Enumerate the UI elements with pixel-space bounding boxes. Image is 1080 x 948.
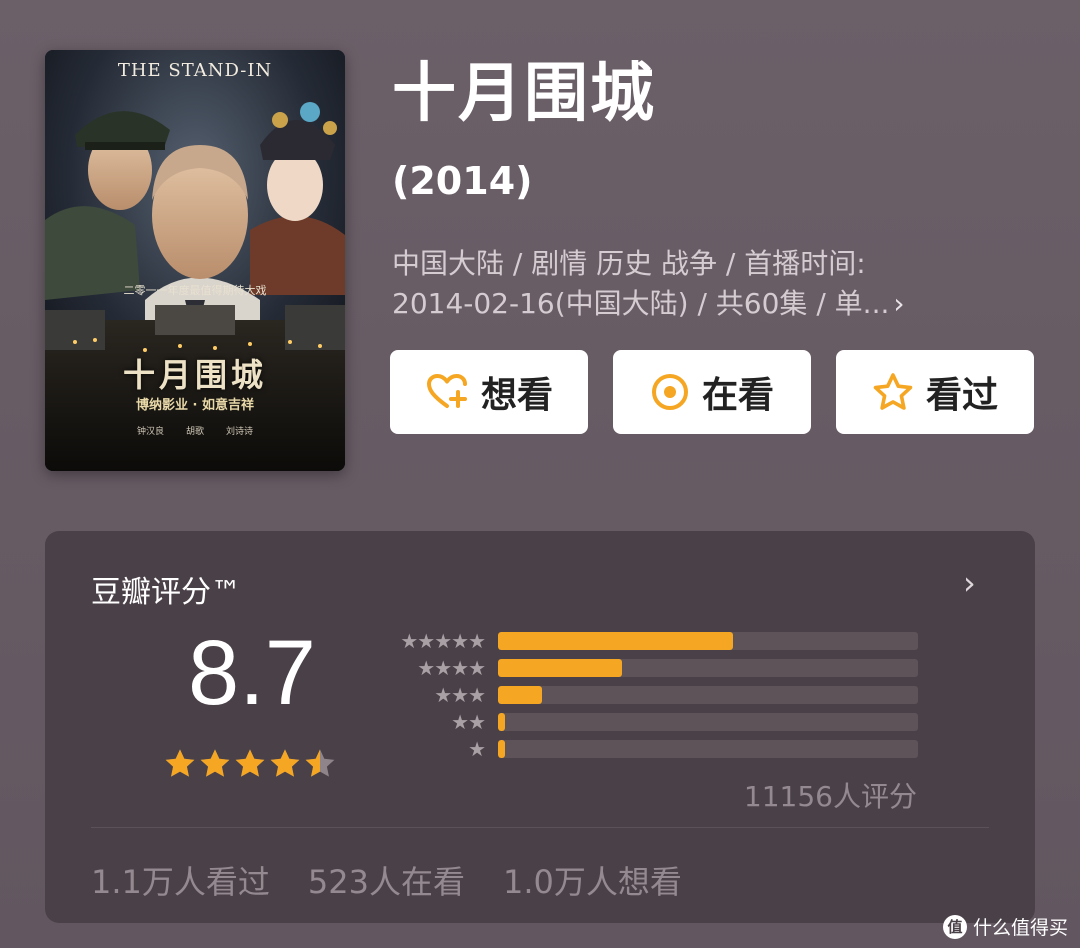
poster-credit: 刘诗诗: [226, 427, 254, 437]
want-count[interactable]: 1.0万人想看: [503, 857, 682, 903]
distribution-stars: ★★★★: [417, 656, 486, 680]
rating-score: 8.7: [188, 622, 316, 724]
watching-label: 在看: [701, 375, 774, 416]
stats-row: 1.1万人看过 523人在看 1.0万人想看: [91, 857, 682, 903]
meta-line-2: 2014-02-16(中国大陆) / 共60集 / 单... ›: [392, 284, 1002, 324]
distribution-track: [498, 713, 918, 731]
divider: [91, 827, 989, 828]
rating-star-icon: [305, 749, 335, 777]
poster-credit: 胡歌: [185, 427, 204, 437]
meta-line-2-text: 2014-02-16(中国大陆) / 共60集 / 单...: [392, 287, 890, 320]
watched-count[interactable]: 1.1万人看过: [91, 857, 270, 903]
rating-star-icon: [235, 749, 265, 777]
rating-label: 豆瓣评分™: [91, 575, 241, 610]
distribution-track: [498, 686, 918, 704]
rating-star-icon: [165, 749, 195, 777]
distribution-stars: ★★★: [434, 683, 486, 707]
rating-star-icon: [200, 749, 230, 777]
poster-image[interactable]: THE STAND-IN 二零一一年度最值得期待大戏 十月围城 博纳影业 · 如…: [45, 50, 345, 471]
distribution-bar: [498, 686, 543, 704]
meta-line-1: 中国大陆 / 剧情 历史 战争 / 首播时间:: [392, 247, 866, 280]
want-to-watch-label: 想看: [480, 375, 553, 416]
distribution-stars: ★: [468, 737, 486, 761]
watching-button[interactable]: 在看: [613, 350, 811, 434]
release-year: (2014): [392, 159, 533, 203]
rating-stars: [163, 747, 337, 779]
watched-label: 看过: [925, 375, 998, 416]
distribution-stars: ★★★★★: [400, 629, 486, 653]
rating-star-icon: [270, 749, 300, 777]
poster-credit: 钟汉良: [136, 427, 164, 437]
watched-button[interactable]: 看过: [836, 350, 1034, 434]
poster-tagline: 二零一一年度最值得期待大戏: [123, 284, 267, 297]
chevron-right-icon: ›: [893, 287, 905, 320]
poster-chinese-title: 十月围城: [122, 356, 267, 394]
meta-info[interactable]: 中国大陆 / 剧情 历史 战争 / 首播时间: 2014-02-16(中国大陆)…: [392, 244, 1002, 324]
star-outline-icon: [873, 373, 913, 410]
watermark: 值 什么值得买: [942, 913, 1068, 940]
watermark-text: 什么值得买: [972, 917, 1068, 939]
distribution-track: [498, 632, 918, 650]
rating-count: 11156人评分: [743, 780, 917, 813]
poster-english-title: THE STAND-IN: [117, 60, 273, 81]
chevron-right-icon[interactable]: ›: [963, 567, 976, 599]
heart-plus-icon: [426, 374, 467, 408]
poster-credits: 钟汉良 胡歌 刘诗诗: [45, 424, 345, 437]
want-to-watch-button[interactable]: 想看: [390, 350, 588, 434]
target-circle-icon: [651, 374, 688, 410]
distribution-bar: [498, 632, 734, 650]
distribution-track: [498, 740, 918, 758]
watermark-logo-icon: 值: [942, 914, 967, 939]
watching-count[interactable]: 523人在看: [308, 857, 465, 903]
distribution-bar: [498, 713, 505, 731]
distribution-stars: ★★: [451, 710, 486, 734]
distribution-bar: [498, 659, 622, 677]
distribution-track: [498, 659, 918, 677]
distribution-bar: [498, 740, 505, 758]
douban-rating-card[interactable]: 豆瓣评分™ › 8.7 ★★★★★ ★★★★ ★★★ ★★ ★ 11156人评分 1.1…: [45, 531, 1035, 923]
page-title: 十月围城: [392, 57, 656, 131]
poster-studio: 博纳影业 · 如意吉祥: [136, 398, 254, 413]
